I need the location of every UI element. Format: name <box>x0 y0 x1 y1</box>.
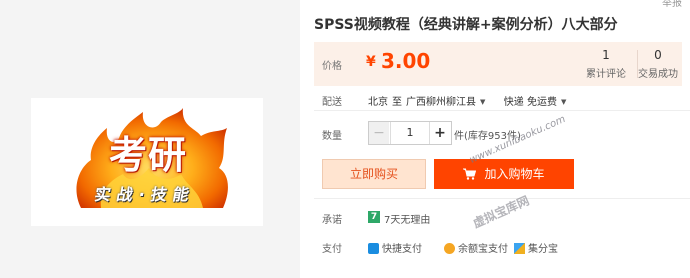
triangle-down-icon[interactable]: ▼ <box>561 98 566 106</box>
add-to-cart-label: 加入购物车 <box>484 167 545 181</box>
shipping-row: 北京至广西柳州柳江县 ▼ 快递 免运费 ▼ <box>368 93 566 108</box>
jifenbao-icon <box>514 243 525 254</box>
product-image[interactable]: 考研 实战·技能 <box>31 98 263 226</box>
price-panel: 价格 ¥ 3.00 1 累计评论 0 交易成功 <box>314 42 682 86</box>
quantity-label: 数量 <box>322 131 342 142</box>
image-subtitle: 实战·技能 <box>93 185 197 204</box>
shopping-cart-icon <box>463 168 477 180</box>
payment-label: 支付 <box>322 244 342 255</box>
payment-yuebao: 余额宝支付 <box>444 240 508 255</box>
price-label: 价格 <box>322 61 342 72</box>
promise-text[interactable]: 7天无理由 <box>384 211 430 226</box>
sales-label: 交易成功 <box>638 69 678 80</box>
quantity-input[interactable]: 1 <box>390 122 430 144</box>
yuebao-icon <box>444 243 455 254</box>
seven-day-icon: 7 <box>368 211 380 223</box>
shipping-destination[interactable]: 广西柳州柳江县 <box>406 97 476 108</box>
sales-stat: 0 交易成功 <box>638 48 678 80</box>
image-title: 考研 <box>109 133 188 177</box>
reviews-stat[interactable]: 1 累计评论 <box>586 48 626 80</box>
payment-jifenbao: 集分宝 <box>514 240 558 255</box>
reviews-label: 累计评论 <box>586 69 626 80</box>
shipping-from: 北京 <box>368 97 388 108</box>
shipping-method[interactable]: 快递 免运费 <box>504 97 557 108</box>
quick-pay-icon <box>368 243 379 254</box>
quantity-increase-button[interactable]: + <box>429 122 451 144</box>
payment-method-label: 余额宝支付 <box>458 244 508 255</box>
payment-method-label: 快捷支付 <box>382 244 422 255</box>
divider <box>314 110 690 111</box>
promise-label: 承诺 <box>322 215 342 226</box>
report-link[interactable]: 举报 <box>662 0 682 9</box>
sales-count: 0 <box>654 48 662 62</box>
payment-method-label: 集分宝 <box>528 244 558 255</box>
payment-quick-pay: 快捷支付 <box>368 240 422 255</box>
price-value: 3.00 <box>381 49 431 73</box>
divider <box>314 198 690 199</box>
quantity-decrease-button[interactable]: − <box>369 122 389 144</box>
triangle-down-icon[interactable]: ▼ <box>480 98 485 106</box>
shipping-label: 配送 <box>322 97 342 108</box>
buy-now-button[interactable]: 立即购买 <box>322 159 426 189</box>
add-to-cart-button[interactable]: 加入购物车 <box>434 159 574 189</box>
quantity-stepper: − 1 + <box>368 121 452 145</box>
shipping-to-word: 至 <box>392 97 402 108</box>
price-currency: ¥ <box>366 54 376 70</box>
reviews-count: 1 <box>602 48 610 62</box>
product-title: SPSS视频教程（经典讲解+案例分析）八大部分 <box>314 17 618 33</box>
